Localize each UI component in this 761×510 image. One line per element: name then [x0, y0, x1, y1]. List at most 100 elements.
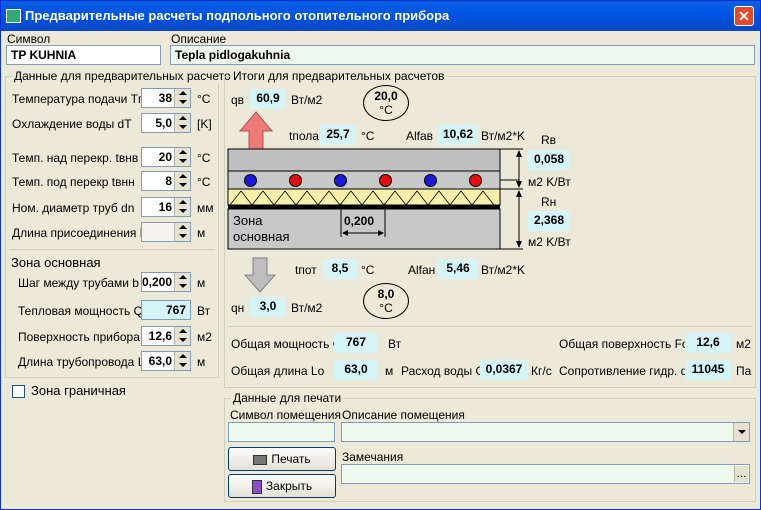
rn-unit: м2 K/Вт: [528, 235, 571, 249]
total-length-value: 63,0: [334, 360, 378, 380]
hydraulic-resistance-unit: Па: [736, 364, 752, 378]
row-unit: °C: [197, 92, 211, 106]
row-label: Температура подачи Tп: [12, 92, 145, 106]
pipe-diameter-spinner[interactable]: 16: [141, 197, 191, 217]
description-field[interactable]: Tepla pidlogakuhnia: [170, 45, 755, 65]
zone-main-title: Зона основная: [11, 255, 101, 270]
pipe-red: [289, 174, 302, 187]
temp-above-spinner[interactable]: 20: [141, 147, 191, 167]
row-label: Ном. диаметр труб dn: [12, 201, 135, 215]
pipe-red: [379, 174, 392, 187]
alfan-label: Alfaн: [408, 263, 436, 277]
row-unit: м2: [197, 330, 212, 344]
pipe-red: [469, 174, 482, 187]
row-label: Шаг между трубами b: [18, 276, 139, 290]
main-window: Предварительные расчеты подпольного отоп…: [0, 0, 761, 510]
total-surface-value: 12,6: [685, 333, 731, 353]
qv-label: qв: [231, 93, 245, 107]
qv-unit: Вт/м2: [291, 93, 323, 107]
row-unit: м: [197, 355, 206, 369]
hydraulic-resistance-label: Сопротивление гидр. dP: [559, 364, 696, 378]
results-caption: Итоги для предварительных расчетов: [231, 69, 447, 83]
temp-below-spinner[interactable]: 8: [141, 171, 191, 191]
row-unit: м: [197, 276, 206, 290]
print-button-label: Печать: [271, 452, 311, 466]
top-temp-ellipse: 20,0 °C: [363, 85, 409, 121]
symbol-label: Символ: [7, 32, 51, 46]
alfav-unit: Вт/м2*K: [481, 129, 526, 143]
description-label: Описание: [171, 32, 227, 46]
exit-door-icon: [251, 479, 262, 494]
row-label: Тепловая мощность Qo: [18, 304, 150, 318]
alfan-unit: Вт/м2*K: [481, 263, 526, 277]
heat-down-arrow-icon: [244, 257, 276, 293]
rv-value: 0,058: [528, 150, 570, 170]
row-label: Длина присоединения Lr: [12, 226, 151, 240]
row-label: Длина трубопровода L: [18, 355, 145, 369]
pipe-pitch-spinner[interactable]: 0,200: [141, 272, 191, 292]
room-symbol-field[interactable]: [228, 422, 335, 442]
qv-value: 60,9: [250, 89, 286, 109]
alfav-value: 10,62: [438, 125, 478, 145]
tpot-unit: °C: [361, 263, 375, 277]
row-label: Темп. над перекр. tвнв: [12, 151, 139, 165]
row-label: Охлаждение воды dT: [12, 117, 132, 131]
room-description-select[interactable]: [341, 422, 750, 442]
rn-label: Rн: [541, 195, 557, 209]
room-symbol-label: Символ помещения: [230, 408, 341, 422]
total-surface-label: Общая поверхность Fo: [559, 337, 689, 351]
connection-length-spinner[interactable]: [141, 222, 191, 242]
qn-unit: Вт/м2: [291, 301, 323, 315]
print-data-caption: Данные для печати: [231, 391, 344, 405]
total-surface-unit: м2: [736, 337, 751, 351]
close-button[interactable]: ✕: [734, 6, 754, 26]
notes-label: Замечания: [342, 450, 404, 464]
supply-temp-spinner[interactable]: 38: [141, 88, 191, 108]
tpola-unit: °C: [361, 129, 375, 143]
pipe-length-spinner[interactable]: 63,0: [141, 351, 191, 371]
chevron-down-icon[interactable]: [733, 423, 749, 441]
divider: [9, 249, 215, 250]
water-flow-unit: Кг/с: [531, 364, 552, 378]
tpola-value: 25,7: [320, 125, 356, 145]
room-description-label: Описание помещения: [342, 408, 465, 422]
symbol-field[interactable]: TP KUHNIA: [6, 45, 161, 65]
water-flow-value: 0,0367: [480, 360, 528, 380]
close-button-label: Закрыть: [265, 479, 313, 493]
rv-label: Rв: [541, 133, 557, 147]
rn-value: 2,368: [528, 211, 570, 231]
window-title: Предварительные расчеты подпольного отоп…: [25, 8, 450, 23]
notes-field[interactable]: [341, 464, 750, 484]
row-unit: [K]: [197, 117, 212, 131]
close-dialog-button[interactable]: Закрыть: [228, 474, 336, 498]
water-cooling-spinner[interactable]: 5,0: [141, 113, 191, 133]
input-data-caption: Данные для предварительных расчетов: [12, 69, 240, 83]
alfan-value: 5,46: [438, 259, 478, 279]
total-power-unit: Вт: [388, 337, 402, 351]
water-flow-label: Расход воды G: [401, 364, 485, 378]
qn-label: qн: [231, 301, 245, 315]
printer-icon: [253, 454, 268, 465]
app-icon: [6, 9, 21, 23]
rv-unit: м2 K/Вт: [528, 175, 571, 189]
zone-text: основная: [233, 229, 290, 244]
hydraulic-resistance-value: 11045: [685, 360, 731, 380]
zone-text: Зона: [233, 213, 263, 228]
alfav-label: Alfaв: [406, 129, 434, 143]
total-power-value: 767: [334, 333, 378, 353]
qn-value: 3,0: [250, 297, 286, 317]
bottom-temp-ellipse: 8,0 °C: [363, 283, 409, 319]
total-length-unit: м: [385, 364, 394, 378]
print-button[interactable]: Печать: [228, 447, 336, 471]
divider: [228, 326, 752, 327]
total-power-label: Общая мощность Q: [231, 337, 343, 351]
browse-button[interactable]: ...: [734, 466, 748, 482]
row-unit: °C: [197, 175, 211, 189]
pipe-blue: [244, 174, 257, 187]
surface-spinner[interactable]: 12,6: [141, 326, 191, 346]
boundary-zone-label: Зона граничная: [31, 383, 126, 398]
boundary-zone-checkbox[interactable]: [12, 385, 25, 398]
row-label: Темп. под перекр tвнн: [12, 175, 135, 189]
heat-output-field[interactable]: 767: [141, 300, 191, 320]
tpot-value: 8,5: [323, 259, 357, 279]
